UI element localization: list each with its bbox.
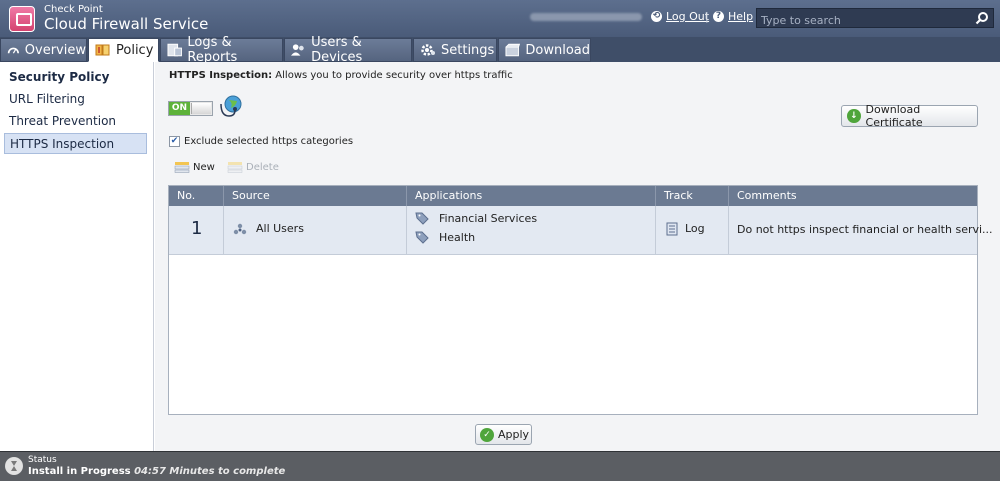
rule-number-cell: 1 [169,206,224,255]
category-tag-icon [415,212,429,225]
checkmark-icon: ✓ [480,427,494,442]
table-header: No. Source Applications Track Comments [169,186,977,206]
gear-icon [421,44,435,56]
download-certificate-label: Download Certificate [865,103,923,129]
delete-rule-label: Delete [246,161,279,173]
log-document-icon [666,222,678,236]
help-link[interactable]: ? Help [713,10,753,23]
rule-source: All Users [256,222,304,235]
column-header-applications[interactable]: Applications [407,186,656,206]
download-certificate-button[interactable]: ↓ Download Certificate [841,103,978,129]
tab-label: Download [525,42,590,58]
main-panel: HTTPS Inspection: Allows you to provide … [155,62,1000,451]
status-message: Install in Progress 04:57 Minutes to com… [28,466,285,477]
column-header-track[interactable]: Track [656,186,729,206]
exclude-categories-label: Exclude selected https categories [184,136,354,147]
globe-stethoscope-icon [220,95,242,117]
search-input[interactable] [757,11,967,30]
category-tag-icon [415,231,429,244]
gauge-icon [7,47,19,54]
user-account-name [530,13,642,21]
help-label: Help [728,10,754,23]
top-header: Check Point Cloud Firewall Service ⟲ Log… [0,0,1000,37]
table-row[interactable]: 1 All Users Financial Services Health Lo… [169,206,993,255]
tab-policy[interactable]: Policy [88,38,159,62]
exclude-categories-row: ✔ Exclude selected https categories [169,136,353,147]
tab-label: Overview [24,42,86,58]
header-separator: | [705,10,709,23]
check-point-logo-icon [9,6,35,32]
toggle-on-label: ON [169,102,190,115]
rule-applications-cell: Financial Services Health [407,206,656,255]
users-icon [291,44,304,56]
tab-users-devices[interactable]: Users & Devices [284,35,412,65]
page-title: HTTPS Inspection: [169,70,273,81]
brand-product: Cloud Firewall Service [44,15,209,33]
rule-application-item: Health [439,231,476,244]
tab-logs-reports[interactable]: Logs & Reports [160,35,283,65]
https-inspection-toggle[interactable]: ON [168,101,213,116]
tab-label: Users & Devices [311,35,363,65]
tab-label: Settings [441,42,495,58]
main-tab-bar: Overview Policy Logs & Reports Users & D… [0,35,1000,65]
new-rule-button[interactable]: New [174,161,215,173]
tab-label: Logs & Reports [187,35,238,65]
sidebar-item-security-policy[interactable]: Security Policy [4,67,147,88]
help-icon: ? [713,11,724,22]
column-header-source[interactable]: Source [224,186,407,206]
rule-track-cell: Log [656,206,729,255]
status-bar: Status Install in Progress 04:57 Minutes… [0,451,1000,481]
brand-company: Check Point [44,4,103,15]
exclude-categories-checkbox[interactable]: ✔ [169,136,180,147]
search-box [756,8,994,30]
box-icon [505,43,521,57]
sidebar-item-https-inspection[interactable]: HTTPS Inspection [4,133,147,154]
logout-link[interactable]: ⟲ Log Out [651,10,709,23]
apply-label: Apply [498,428,530,441]
report-icon [167,43,182,57]
rule-source-cell: All Users [224,206,407,255]
policy-sidebar: Security Policy URL Filtering Threat Pre… [0,62,154,451]
book-icon [95,44,110,56]
new-rule-label: New [193,161,215,173]
column-header-no[interactable]: No. [169,186,224,206]
rule-application-item: Financial Services [439,212,538,225]
download-arrow-icon: ↓ [847,109,861,123]
logout-icon: ⟲ [651,11,662,22]
tab-overview[interactable]: Overview [0,38,87,62]
rule-comment: Do not https inspect financial or health… [737,223,993,236]
delete-row-icon [227,162,243,173]
hourglass-icon [5,457,23,475]
new-row-icon [174,162,190,173]
status-label: Status [28,455,57,465]
page-subtitle: Allows you to provide security over http… [272,70,513,81]
apply-button[interactable]: ✓ Apply [475,424,532,445]
status-time-remaining: 04:57 Minutes to complete [134,466,286,477]
tab-settings[interactable]: Settings [413,38,497,62]
sidebar-item-threat-prevention[interactable]: Threat Prevention [4,111,147,132]
https-rules-table: No. Source Applications Track Comments 1… [168,185,993,415]
rule-number: 1 [191,218,203,239]
rule-comments-cell: Do not https inspect financial or health… [729,206,993,255]
status-message-text: Install in Progress [28,466,131,477]
logout-label: Log Out [666,10,710,23]
tab-download[interactable]: Download [498,38,591,62]
toggle-knob [191,103,211,114]
all-users-icon [233,223,247,235]
search-icon[interactable] [975,11,989,25]
sidebar-item-url-filtering[interactable]: URL Filtering [4,89,147,110]
delete-rule-button[interactable]: Delete [227,161,279,173]
rule-track: Log [685,222,705,235]
page-description: HTTPS Inspection: Allows you to provide … [169,70,513,81]
tab-label: Policy [116,42,154,58]
column-header-comments[interactable]: Comments [729,186,977,206]
